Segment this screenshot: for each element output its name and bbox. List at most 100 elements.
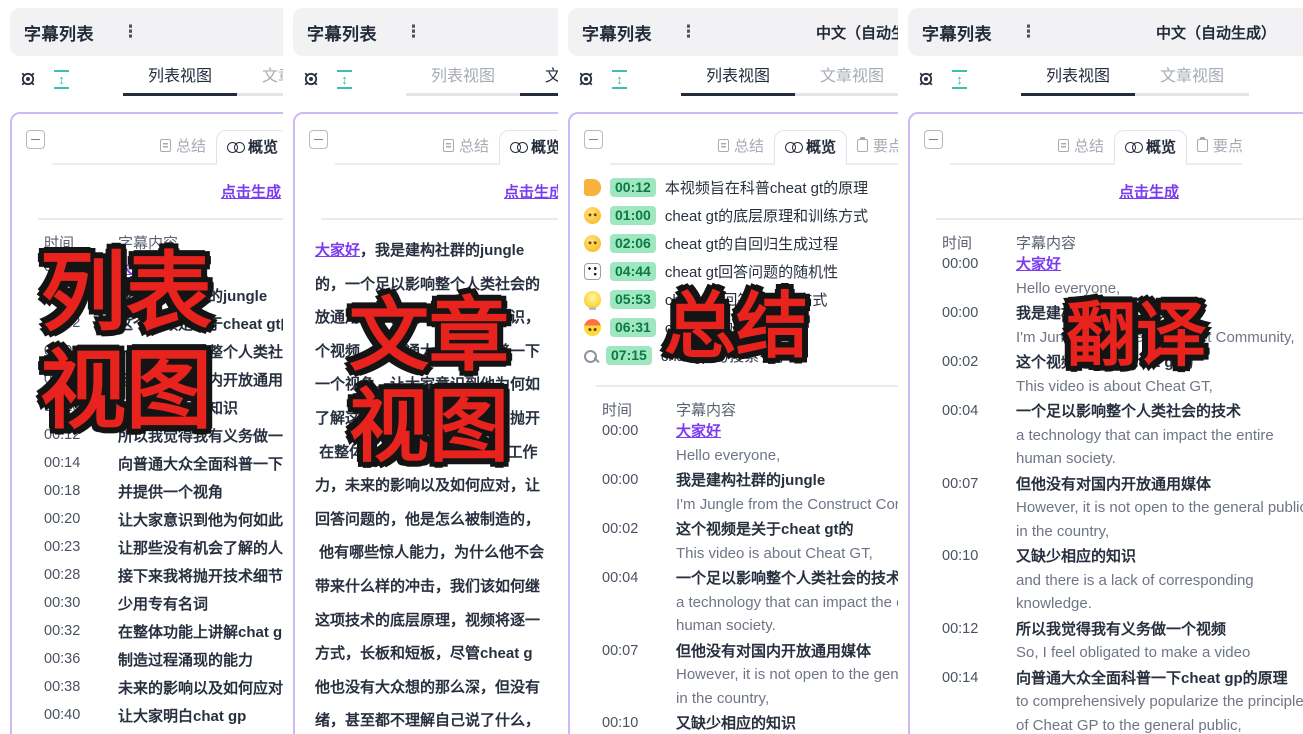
subtitle-time[interactable]: 00:10 xyxy=(942,545,1000,569)
subtitle-time[interactable]: 00:07 xyxy=(44,371,102,387)
timestamp-badge[interactable]: 06:31 xyxy=(610,318,656,337)
timestamp-badge[interactable]: 04:44 xyxy=(610,262,656,281)
pill-summary[interactable]: 总结 xyxy=(1048,130,1114,163)
timestamp-badge[interactable]: 07:15 xyxy=(606,346,652,365)
kebab-menu-icon[interactable] xyxy=(405,22,422,42)
subtitle-row[interactable]: 00:30少用专有名词 xyxy=(12,589,283,617)
kebab-menu-icon[interactable] xyxy=(1020,22,1037,42)
subtitle-time[interactable]: 00:40 xyxy=(44,707,102,723)
tab-list-view[interactable]: 列表视图 xyxy=(406,62,520,96)
subtitle-time[interactable]: 00:14 xyxy=(942,667,1000,691)
summary-row[interactable]: 01:00cheat gt的底层原理和训练方式 xyxy=(584,201,898,229)
subtitle-row[interactable]: 00:28接下来我将抛开技术细节 xyxy=(12,561,283,589)
summary-row[interactable]: 07:15chat gpt与搜索引擎 xyxy=(584,341,898,369)
subtitle-row[interactable]: 00:44他是怎么被制造的 xyxy=(12,729,283,734)
subtitle-link[interactable]: 大家好 xyxy=(315,242,360,259)
auto-scroll-icon[interactable] xyxy=(54,70,69,89)
subtitle-time[interactable]: 00:00 xyxy=(44,287,102,303)
subtitle-time[interactable]: 00:10 xyxy=(44,399,102,415)
timestamp-badge[interactable]: 00:12 xyxy=(610,178,656,197)
timestamp-badge[interactable]: 02:06 xyxy=(610,234,656,253)
subtitle-row[interactable]: 00:00我是建构社群的jungle xyxy=(12,281,283,309)
subtitle-time[interactable]: 00:00 xyxy=(942,253,1000,277)
tab-list-view[interactable]: 列表视图 xyxy=(1021,62,1135,96)
auto-scroll-icon[interactable] xyxy=(337,70,352,89)
subtitle-time[interactable]: 00:04 xyxy=(942,400,1000,424)
subtitle-row[interactable]: 00:18并提供一个视角 xyxy=(12,477,283,505)
subtitle-time[interactable]: 00:18 xyxy=(44,483,102,499)
summary-row[interactable]: 00:12本视频旨在科普cheat gt的原理 xyxy=(584,173,898,201)
subtitle-time[interactable]: 00:07 xyxy=(942,473,1000,497)
subtitle-row[interactable]: 00:12所以我觉得我有义务做一个视频 xyxy=(12,421,283,449)
subtitle-link[interactable]: 大家好 xyxy=(676,420,898,444)
subtitle-row[interactable]: 00:00大家好Hello everyone, xyxy=(570,420,898,467)
subtitle-row[interactable]: 00:32在整体功能上讲解chat gp的工作 xyxy=(12,617,283,645)
subtitle-time[interactable]: 00:12 xyxy=(44,427,102,443)
tab-article-view[interactable]: 文章视图 xyxy=(1135,62,1249,96)
subtitle-row[interactable]: 00:04一个足以影响整个人类社会的技术a technology that ca… xyxy=(570,567,898,638)
summary-row[interactable]: 02:06cheat gt的自回归生成过程 xyxy=(584,229,898,257)
subtitle-time[interactable]: 00:23 xyxy=(44,539,102,555)
subtitle-time[interactable]: 00:02 xyxy=(44,315,102,331)
subtitle-row[interactable]: 00:10又缺少相应的知识and there is a lack of corr… xyxy=(570,712,898,734)
summary-row[interactable]: 04:44cheat gt回答问题的随机性 xyxy=(584,257,898,285)
subtitle-row[interactable]: 00:10又缺少相应的知识 xyxy=(12,393,283,421)
pill-overview[interactable]: 概览 xyxy=(774,130,847,165)
subtitle-row[interactable]: 00:07但他没有对国内开放通用媒体 xyxy=(12,365,283,393)
collapse-icon[interactable] xyxy=(26,130,45,149)
subtitle-row[interactable]: 00:02这个视频是关于cheat gt的This video is about… xyxy=(570,518,898,565)
subtitle-time[interactable]: 00:00 xyxy=(602,420,660,444)
language-selector[interactable]: 中文（自动生成） xyxy=(816,22,898,43)
kebab-menu-icon[interactable] xyxy=(680,22,697,42)
subtitle-time[interactable]: 00:00 xyxy=(44,259,102,275)
pill-summary[interactable]: 总结 xyxy=(150,130,216,163)
subtitle-time[interactable]: 00:00 xyxy=(942,302,1000,326)
generate-link[interactable]: 点击生成 xyxy=(970,181,1303,202)
subtitle-row[interactable]: 00:23让那些没有机会了解的人 xyxy=(12,533,283,561)
subtitle-row[interactable]: 00:00我是建构社群的jungleI'm Jungle from the Co… xyxy=(570,469,898,516)
subtitle-link[interactable]: 大家好 xyxy=(1016,253,1303,277)
pill-keypoints[interactable]: 要点 xyxy=(1187,130,1253,163)
subtitle-time[interactable]: 00:07 xyxy=(602,640,660,664)
subtitle-link[interactable]: 大家好 xyxy=(118,257,283,278)
subtitle-time[interactable]: 00:14 xyxy=(44,455,102,471)
subtitle-row[interactable]: 00:02这个视频是关于cheat gt的 xyxy=(12,309,283,337)
tab-article-view[interactable]: 文章视图 xyxy=(795,62,898,96)
subtitle-row[interactable]: 00:00 大家好 xyxy=(12,253,283,281)
subtitle-time[interactable]: 00:02 xyxy=(942,351,1000,375)
generate-link[interactable]: 点击生成 xyxy=(355,181,558,202)
subtitle-row[interactable]: 00:02这个视频是关于cheat gt的This video is about… xyxy=(910,351,1303,398)
subtitle-row[interactable]: 00:36制造过程涌现的能力 xyxy=(12,645,283,673)
subtitle-row[interactable]: 00:10又缺少相应的知识and there is a lack of corr… xyxy=(910,545,1303,616)
summary-row[interactable]: 05:53chat gp t回答问题的方式 xyxy=(584,285,898,313)
language-selector[interactable]: 中文（自动生成） xyxy=(1156,22,1276,43)
auto-scroll-icon[interactable] xyxy=(612,70,627,89)
locate-subtitle-icon[interactable] xyxy=(18,69,38,89)
subtitle-time[interactable]: 00:04 xyxy=(602,567,660,591)
collapse-icon[interactable] xyxy=(584,130,603,149)
subtitle-row[interactable]: 00:38未来的影响以及如何应对 xyxy=(12,673,283,701)
tab-list-view[interactable]: 列表视图 xyxy=(123,62,237,96)
pill-overview[interactable]: 概览 xyxy=(1114,130,1187,165)
subtitle-time[interactable]: 00:12 xyxy=(942,618,1000,642)
pill-overview[interactable]: 概览 xyxy=(499,130,558,165)
subtitle-row[interactable]: 00:00我是建构社群的jungleI'm Jungle from the Co… xyxy=(910,302,1303,349)
subtitle-row[interactable]: 00:07但他没有对国内开放通用媒体However, it is not ope… xyxy=(910,473,1303,544)
pill-overview[interactable]: 概览 xyxy=(216,130,283,165)
subtitle-time[interactable]: 00:28 xyxy=(44,567,102,583)
tab-list-view[interactable]: 列表视图 xyxy=(681,62,795,96)
generate-link[interactable]: 点击生成 xyxy=(72,181,283,202)
summary-row[interactable]: 06:31chat gpt的涌现能力 xyxy=(584,313,898,341)
subtitle-time[interactable]: 00:32 xyxy=(44,623,102,639)
kebab-menu-icon[interactable] xyxy=(122,22,139,42)
subtitle-row[interactable]: 00:14向普通大众全面科普一下cheat gp的原理 xyxy=(12,449,283,477)
subtitle-row[interactable]: 00:07但他没有对国内开放通用媒体However, it is not ope… xyxy=(570,640,898,711)
auto-scroll-icon[interactable] xyxy=(952,70,967,89)
subtitle-row[interactable]: 00:20让大家意识到他为何如此 xyxy=(12,505,283,533)
timestamp-badge[interactable]: 01:00 xyxy=(610,206,656,225)
subtitle-time[interactable]: 00:02 xyxy=(602,518,660,542)
collapse-icon[interactable] xyxy=(924,130,943,149)
timestamp-badge[interactable]: 05:53 xyxy=(610,290,656,309)
tab-article-view[interactable]: 文章视图 xyxy=(237,62,283,96)
subtitle-row[interactable]: 00:14向普通大众全面科普一下cheat gp的原理to comprehens… xyxy=(910,667,1303,734)
